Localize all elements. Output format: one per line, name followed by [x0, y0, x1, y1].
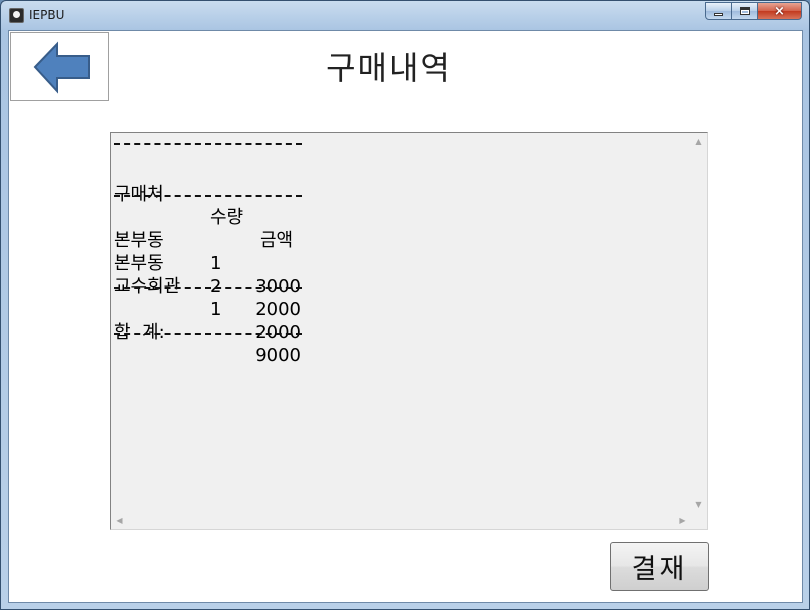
left-arrow-icon: [33, 41, 90, 94]
scroll-down-icon[interactable]: ▼: [690, 496, 707, 513]
horizontal-scrollbar[interactable]: ◀ ▶: [111, 512, 691, 529]
receipt-row: 본부동 2 2000: [114, 229, 694, 320]
receipt-content: 구매처 수량 금액 본부동 1 3000 본부동 2 2000 교수회관 1 2…: [114, 137, 694, 511]
scrollbar-corner: [690, 512, 707, 529]
page-title: 구매내역: [326, 49, 452, 87]
minimize-icon: [714, 12, 723, 16]
minimize-button[interactable]: [705, 2, 732, 20]
vertical-scrollbar[interactable]: ▲ ▼: [690, 133, 707, 513]
back-button[interactable]: [10, 32, 109, 101]
divider: [114, 287, 302, 289]
pay-button[interactable]: 결재: [610, 542, 709, 591]
receipt-textbox[interactable]: 구매처 수량 금액 본부동 1 3000 본부동 2 2000 교수회관 1 2…: [110, 132, 708, 530]
receipt-row: 본부동 1 3000: [114, 206, 694, 297]
receipt-row: 교수회관 1 2000: [114, 252, 694, 343]
total-value: 9000: [255, 345, 301, 366]
maximize-button[interactable]: [732, 2, 758, 20]
scroll-right-icon[interactable]: ▶: [674, 512, 691, 529]
title-bar[interactable]: IEPBU ×: [1, 1, 809, 30]
close-button[interactable]: ×: [758, 2, 802, 20]
divider: [114, 333, 302, 335]
client-area: 구매내역 구매처 수량 금액 본부동 1 3000 본부동 2 2000 교수회…: [8, 30, 803, 603]
scroll-up-icon[interactable]: ▲: [690, 133, 707, 150]
app-window: IEPBU × 구매내역 구매처 수량 금액 본부동 1 3000 본부동 2 …: [0, 0, 810, 610]
close-icon: ×: [774, 3, 785, 19]
window-controls: ×: [705, 2, 802, 20]
receipt-total-row: 합 계: 9000: [114, 298, 694, 366]
window-title: IEPBU: [29, 8, 65, 22]
app-icon: [9, 8, 24, 23]
divider: [114, 143, 302, 145]
receipt-header-row: 구매처 수량 금액: [114, 160, 694, 251]
divider: [114, 195, 302, 197]
scroll-left-icon[interactable]: ◀: [111, 512, 128, 529]
maximize-icon: [739, 7, 750, 15]
